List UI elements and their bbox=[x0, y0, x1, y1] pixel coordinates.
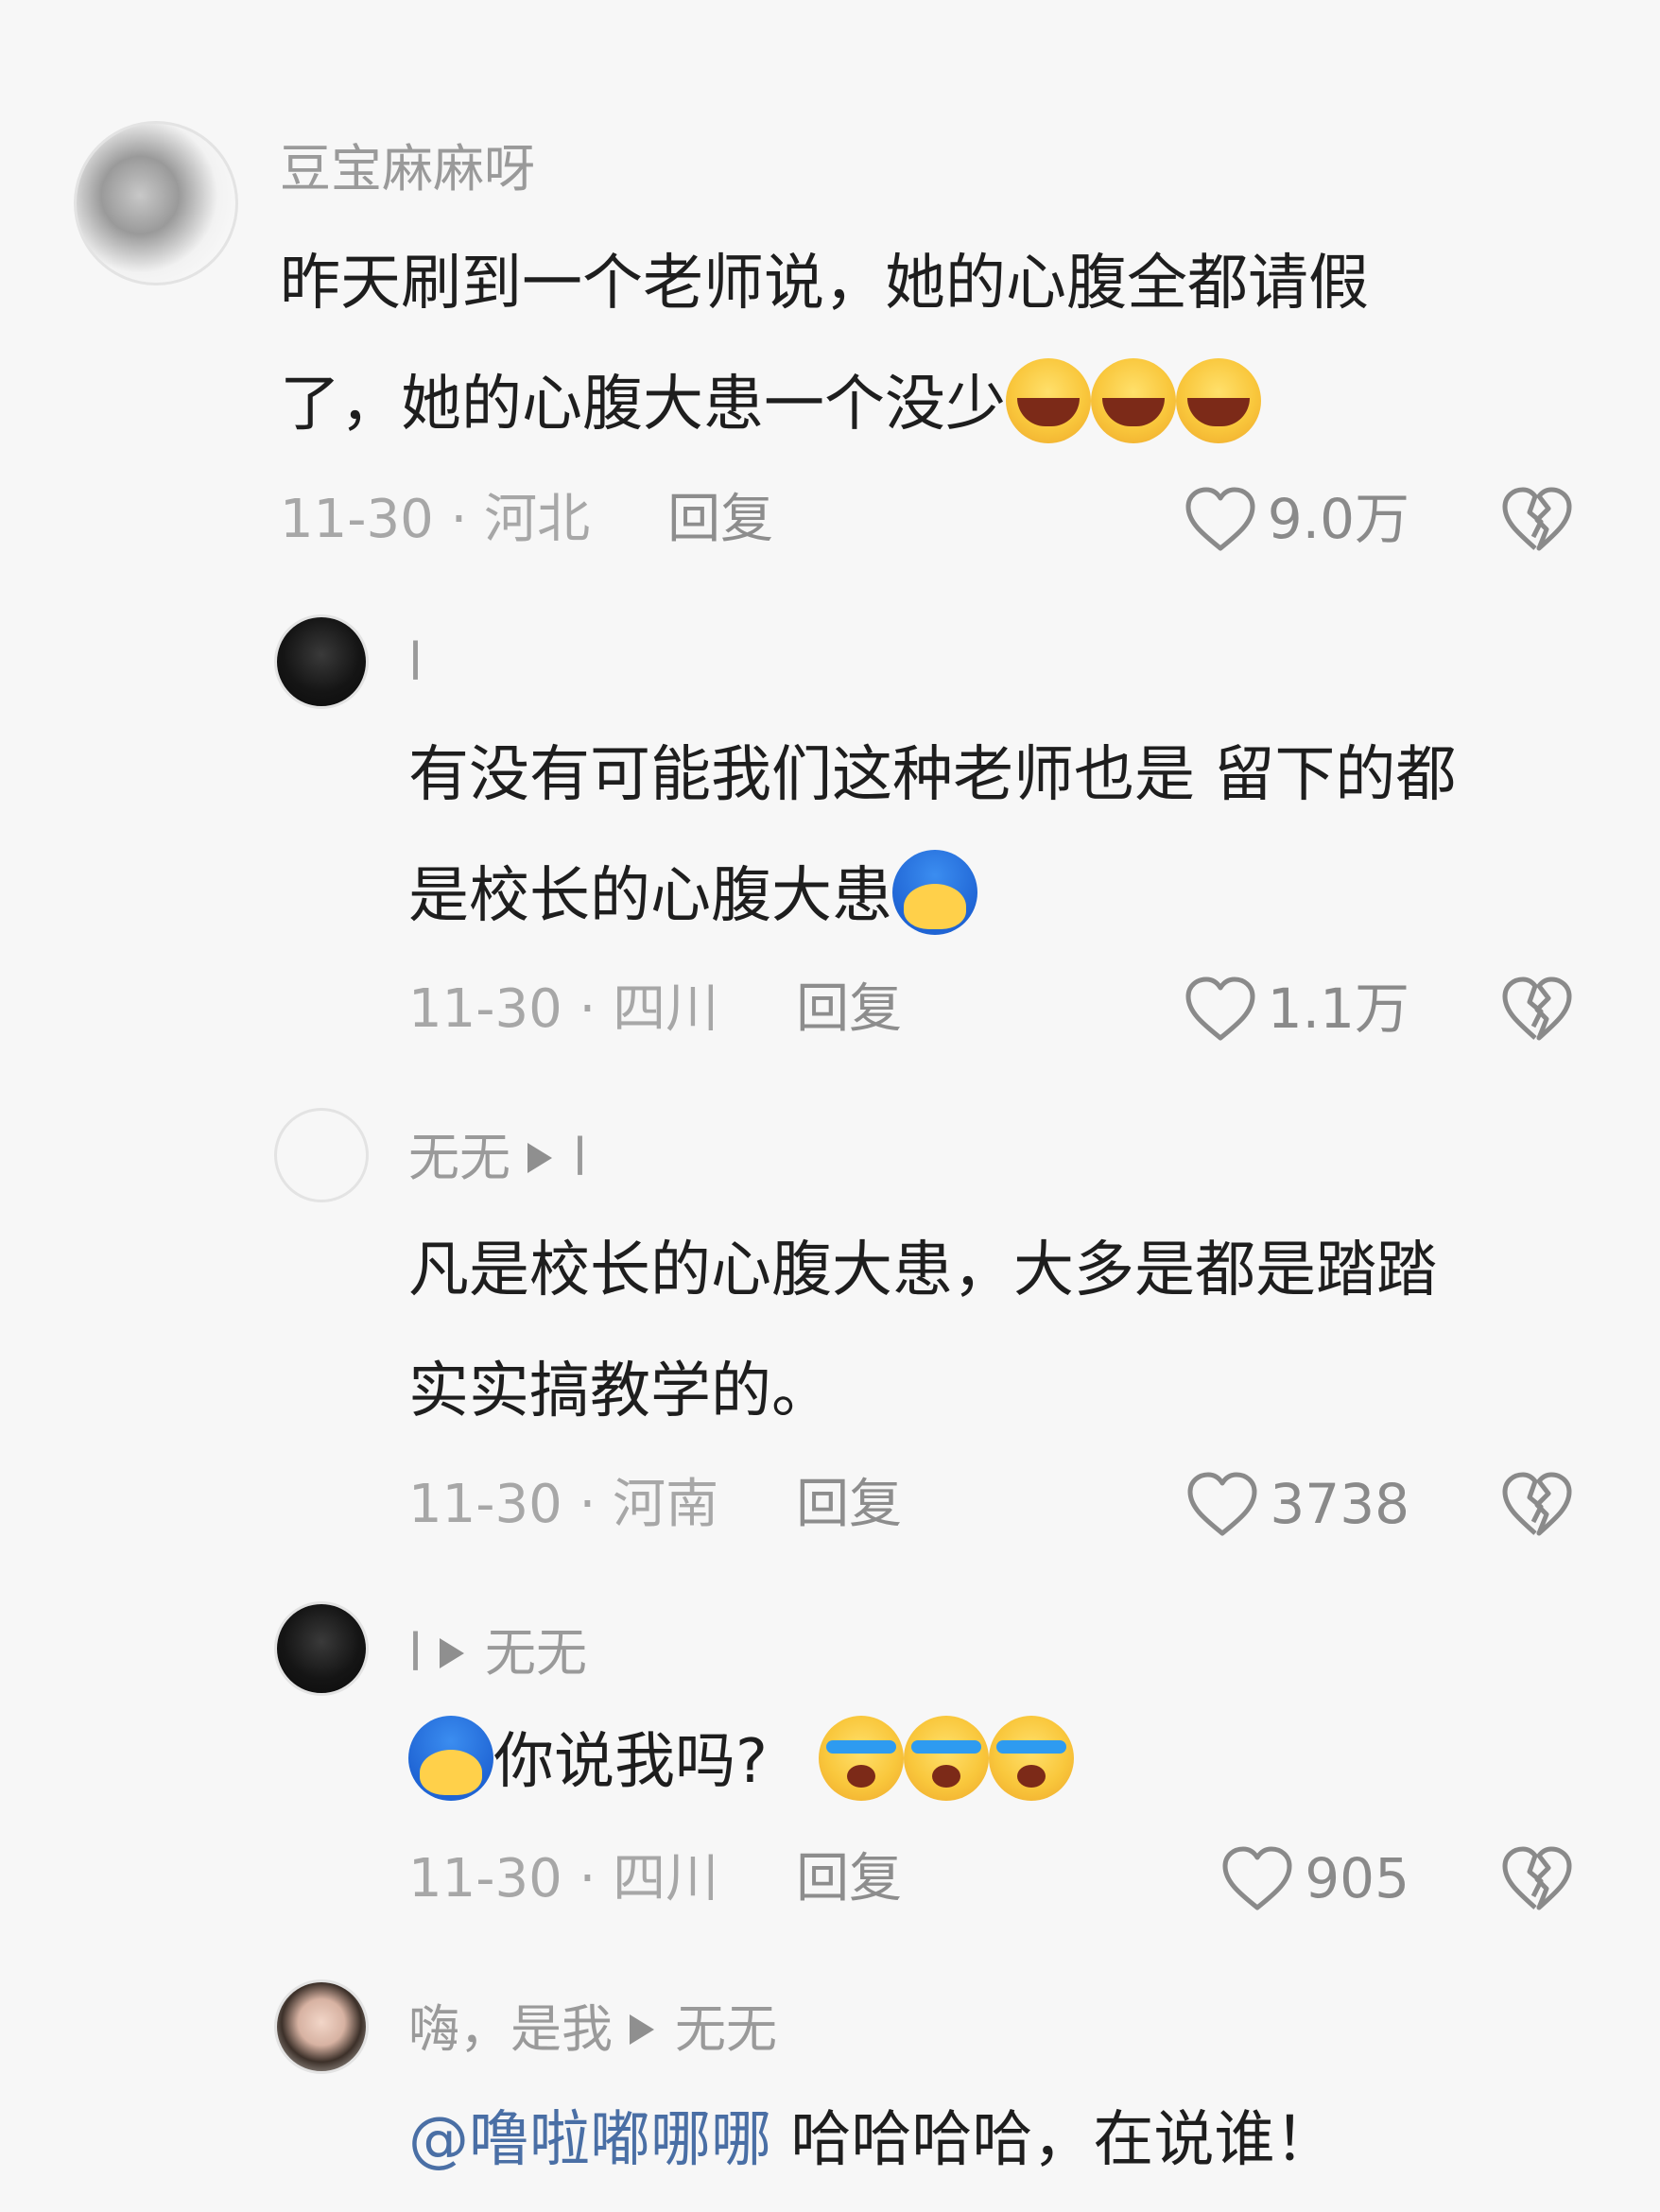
like-count: 905 bbox=[1305, 1846, 1409, 1910]
comment-meta: 11-30 · 四川 回复 bbox=[408, 983, 902, 1036]
reply-to-name[interactable]: 无无 bbox=[675, 2004, 777, 2055]
comment-text: 凡是校长的心腹大患，大多是都是踏踏 bbox=[408, 1210, 1437, 1331]
comment-meta: 11-30 · 四川 回复 bbox=[408, 1853, 902, 1906]
author-name[interactable]: l bbox=[408, 1628, 423, 1679]
laugh-emoji bbox=[1091, 358, 1176, 444]
reply-arrow-icon bbox=[630, 2014, 654, 2045]
comment-text: @噜啦嘟哪哪 哈哈哈哈，在说谁！ bbox=[408, 2080, 1335, 2201]
like-count: 1.1万 bbox=[1267, 976, 1409, 1041]
reply-arrow-icon bbox=[527, 1143, 552, 1173]
comment-author[interactable]: 无无 l bbox=[408, 1132, 587, 1184]
comment-text-line: 了，她的心腹大患一个没少 bbox=[280, 370, 1006, 440]
comment-text-line: 你说我吗? bbox=[493, 1727, 768, 1797]
cry-laugh-emoji bbox=[989, 1716, 1075, 1802]
comment-text-line: 哈哈哈哈，在说谁！ bbox=[790, 2105, 1336, 2175]
author-name[interactable]: l bbox=[408, 637, 423, 688]
avatar[interactable] bbox=[274, 1601, 369, 1696]
heart-icon bbox=[1222, 1846, 1292, 1910]
comment-text-line: 实实搞教学的。 bbox=[408, 1357, 832, 1426]
heart-icon bbox=[1185, 487, 1255, 551]
comment-text: 实实搞教学的。 bbox=[408, 1331, 832, 1452]
laugh-emoji bbox=[1176, 358, 1261, 444]
comment-author[interactable]: l 无无 bbox=[408, 1628, 587, 1679]
heart-icon bbox=[1187, 1472, 1257, 1536]
mention-link[interactable]: @噜啦嘟哪哪 bbox=[408, 2105, 771, 2175]
laugh-emoji bbox=[1006, 358, 1091, 444]
comment-date-location: 11-30 · 河南 bbox=[408, 1474, 719, 1535]
cry-laugh-emoji bbox=[904, 1716, 990, 1802]
comment-text: 有没有可能我们这种老师也是 留下的都 bbox=[408, 715, 1456, 836]
like-button[interactable]: 3738 bbox=[1184, 1469, 1409, 1539]
comment-date-location: 11-30 · 四川 bbox=[408, 1848, 719, 1910]
author-name[interactable]: 嗨，是我 bbox=[408, 2004, 613, 2055]
reply-to-name[interactable]: 无无 bbox=[485, 1628, 587, 1679]
cry-laugh-emoji bbox=[819, 1716, 905, 1802]
broken-heart-icon[interactable] bbox=[1499, 1469, 1575, 1539]
avatar[interactable] bbox=[274, 614, 369, 709]
comment-text-line: 有没有可能我们这种老师也是 留下的都 bbox=[408, 740, 1457, 810]
like-count: 3738 bbox=[1270, 1472, 1409, 1536]
comment-text: 是校长的心腹大患 bbox=[408, 836, 977, 957]
reply-button[interactable]: 回复 bbox=[796, 1478, 902, 1531]
comment-text: 了，她的心腹大患一个没少 bbox=[280, 344, 1261, 465]
reply-to-name[interactable]: l bbox=[573, 1132, 587, 1184]
reply-arrow-icon bbox=[440, 1638, 465, 1668]
heart-icon bbox=[1185, 976, 1255, 1041]
broken-heart-icon[interactable] bbox=[1499, 484, 1575, 554]
comment-date-location: 11-30 · 四川 bbox=[408, 978, 719, 1040]
avatar[interactable] bbox=[274, 1108, 369, 1202]
reply-button[interactable]: 回复 bbox=[796, 1853, 902, 1906]
like-button[interactable]: 905 bbox=[1219, 1843, 1409, 1913]
comment-meta: 11-30 · 河南 回复 bbox=[408, 1478, 902, 1531]
comment-text-line: 凡是校长的心腹大患，大多是都是踏踏 bbox=[408, 1236, 1437, 1305]
avatar[interactable] bbox=[274, 1979, 369, 2074]
comment-text: 你说我吗? bbox=[408, 1702, 1075, 1823]
reply-button[interactable]: 回复 bbox=[667, 493, 773, 546]
comment-text: 昨天刷到一个老师说，她的心腹全都请假 bbox=[280, 223, 1369, 344]
broken-heart-icon[interactable] bbox=[1499, 1843, 1575, 1913]
blue-hair-emoji bbox=[408, 1716, 493, 1802]
comment-text-line: 是校长的心腹大患 bbox=[408, 861, 892, 931]
avatar[interactable] bbox=[74, 121, 238, 285]
like-button[interactable]: 9.0万 bbox=[1183, 484, 1409, 554]
author-name[interactable]: 无无 bbox=[408, 1132, 510, 1184]
reply-button[interactable]: 回复 bbox=[796, 983, 902, 1036]
comment-author[interactable]: 豆宝麻麻呀 bbox=[280, 144, 535, 195]
author-name[interactable]: 豆宝麻麻呀 bbox=[280, 144, 535, 195]
comment-author[interactable]: 嗨，是我 无无 bbox=[408, 2004, 777, 2055]
like-count: 9.0万 bbox=[1267, 487, 1409, 551]
comment-meta: 11-30 · 河北 回复 bbox=[280, 493, 773, 546]
broken-heart-icon[interactable] bbox=[1499, 974, 1575, 1044]
comment-author[interactable]: l bbox=[408, 637, 423, 688]
comment-date-location: 11-30 · 河北 bbox=[280, 489, 591, 550]
blue-hair-emoji bbox=[892, 850, 977, 936]
comment-text-line: 昨天刷到一个老师说，她的心腹全都请假 bbox=[280, 249, 1369, 319]
like-button[interactable]: 1.1万 bbox=[1183, 974, 1409, 1044]
